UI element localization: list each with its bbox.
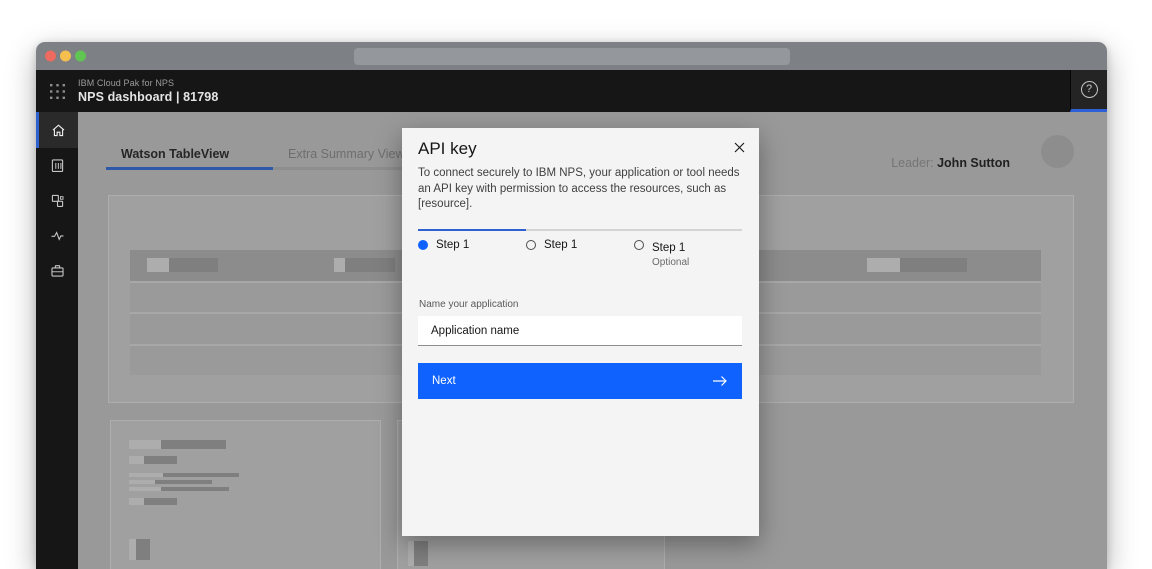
step-incomplete-icon <box>526 240 536 250</box>
page-content: Watson TableView Extra Summary Views Lea… <box>78 112 1107 569</box>
application-name-input[interactable] <box>418 316 742 346</box>
assembly-icon <box>51 194 63 208</box>
activity-icon <box>51 231 63 241</box>
step-current-icon <box>418 240 428 250</box>
leader-name: John Sutton <box>937 156 1010 170</box>
progress-fill <box>418 229 526 231</box>
sidebar-item-portfolio[interactable] <box>36 253 78 288</box>
step-optional-note: Optional <box>652 257 690 268</box>
sidebar-item-reports[interactable] <box>36 148 78 183</box>
tab-label: Extra Summary Views <box>288 146 411 161</box>
progress-steps: Step 1 Step 1 Step 1 Optional <box>418 238 742 268</box>
close-window-button[interactable] <box>45 50 56 62</box>
app-title: NPS dashboard | 81798 <box>78 90 219 104</box>
api-key-modal: API key To connect securely to IBM NPS, … <box>402 128 759 536</box>
minimize-window-button[interactable] <box>60 50 71 62</box>
next-button[interactable]: Next <box>418 363 742 399</box>
next-button-label: Next <box>432 375 456 387</box>
help-icon: ? <box>1080 81 1098 98</box>
browser-window: IBM Cloud Pak for NPS NPS dashboard | 81… <box>36 42 1107 569</box>
step-incomplete-icon <box>634 240 644 250</box>
sidebar-item-home[interactable] <box>36 112 78 148</box>
address-bar[interactable] <box>354 48 790 65</box>
arrow-right-icon <box>713 376 727 386</box>
step-1-current[interactable]: Step 1 <box>418 238 526 268</box>
progress-track <box>418 229 742 231</box>
step-label: Step 1 <box>436 239 470 251</box>
app-header: IBM Cloud Pak for NPS NPS dashboard | 81… <box>36 70 1107 112</box>
app-eyebrow: IBM Cloud Pak for NPS <box>78 78 175 88</box>
modal-description: To connect securely to IBM NPS, your app… <box>418 167 740 210</box>
help-button[interactable]: ? <box>1070 70 1107 112</box>
avatar[interactable] <box>1041 135 1074 168</box>
modal-title: API key <box>418 139 477 158</box>
tab-watson-tableview[interactable]: Watson TableView <box>106 140 273 170</box>
home-icon <box>52 123 65 136</box>
step-label: Step 1 <box>544 239 578 251</box>
portfolio-icon <box>50 265 64 277</box>
sidebar-item-assembly[interactable] <box>36 183 78 218</box>
sidebar <box>36 112 78 569</box>
screen: IBM Cloud Pak for NPS NPS dashboard | 81… <box>0 0 1152 569</box>
leader-label: Leader: <box>891 156 934 170</box>
report-icon <box>51 159 63 173</box>
tab-label: Watson TableView <box>121 146 230 161</box>
wireframe-detail-card <box>110 420 381 569</box>
zoom-window-button[interactable] <box>75 50 86 62</box>
leader-text: Leader: John Sutton <box>891 156 1010 170</box>
application-name-label: Name your application <box>419 299 519 310</box>
app-switcher-button[interactable] <box>36 70 78 112</box>
app-header-titles: IBM Cloud Pak for NPS NPS dashboard | 81… <box>78 78 218 104</box>
tab-bar: Watson TableView Extra Summary Views <box>106 140 440 170</box>
sidebar-item-activity[interactable] <box>36 218 78 253</box>
step-2[interactable]: Step 1 <box>526 238 634 268</box>
step-label: Step 1 <box>652 242 686 254</box>
close-icon[interactable] <box>730 138 748 156</box>
browser-chrome <box>36 42 1107 70</box>
step-3-optional[interactable]: Step 1 Optional <box>634 238 742 268</box>
app-switcher-icon <box>49 83 65 99</box>
